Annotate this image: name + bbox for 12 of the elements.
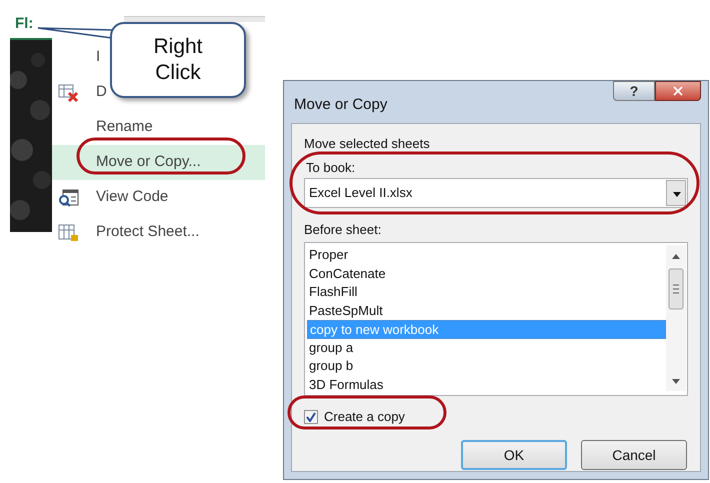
callout-text: Right Click bbox=[152, 34, 204, 86]
window-title: Move or Copy bbox=[294, 95, 388, 115]
before-sheet-label: Before sheet: bbox=[304, 221, 382, 239]
menu-item-label: Rename bbox=[96, 117, 153, 138]
menu-item-label: D bbox=[96, 82, 107, 102]
to-book-label: To book: bbox=[305, 159, 356, 177]
dropdown-value: Excel Level II.xlsx bbox=[308, 184, 414, 202]
menu-item-label: Move or Copy... bbox=[96, 152, 201, 172]
menu-item-label: Protect Sheet... bbox=[96, 222, 200, 242]
checkbox-label: Create a copy bbox=[324, 408, 405, 426]
group-label: Move selected sheets bbox=[304, 135, 431, 153]
menu-item-label: View Code bbox=[96, 187, 168, 208]
